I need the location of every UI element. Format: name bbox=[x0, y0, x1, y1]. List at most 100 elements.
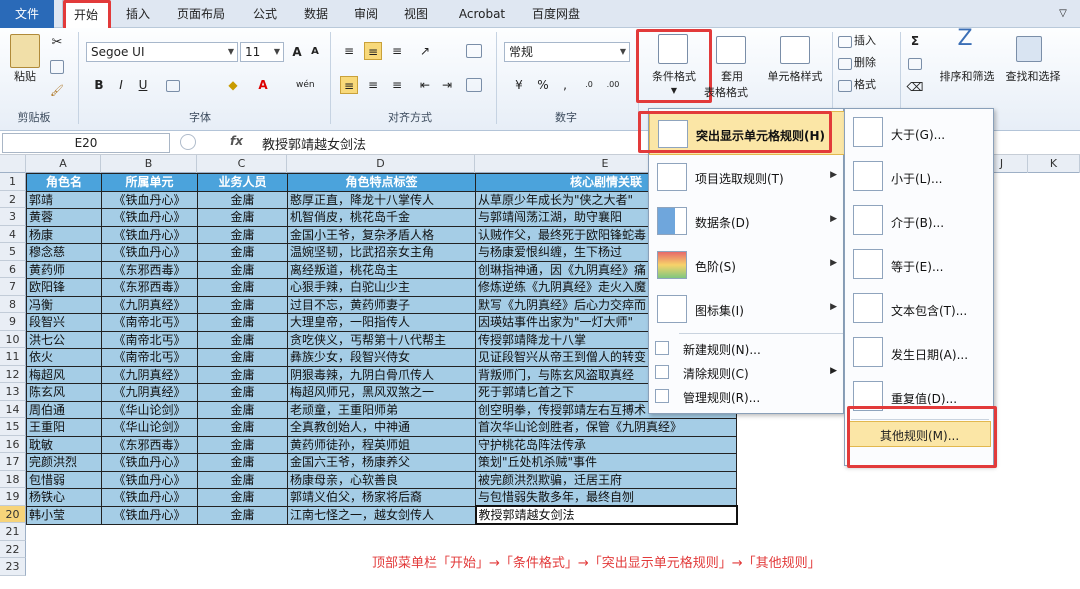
table-cell[interactable]: 《铁血丹心》 bbox=[101, 488, 198, 507]
merge-center-icon[interactable] bbox=[466, 78, 482, 92]
cut-icon[interactable]: ✂ bbox=[48, 36, 66, 50]
row-header[interactable]: 12 bbox=[0, 365, 26, 383]
row-header[interactable]: 15 bbox=[0, 418, 26, 436]
table-cell[interactable]: 金庸 bbox=[197, 348, 288, 367]
menu-item-data-bars[interactable]: 数据条(D) ▶ bbox=[649, 199, 845, 243]
format-as-table-icon[interactable] bbox=[716, 36, 746, 64]
name-box-dropdown-icon[interactable] bbox=[180, 134, 196, 150]
table-cell[interactable]: 杨康母亲，心软善良 bbox=[287, 470, 476, 489]
menu-item-color-scales[interactable]: 色阶(S) ▶ bbox=[649, 243, 845, 287]
italic-button[interactable]: I bbox=[112, 76, 130, 94]
table-cell[interactable]: 周伯通 bbox=[26, 400, 102, 419]
row-header[interactable]: 7 bbox=[0, 278, 26, 296]
table-cell[interactable]: 金庸 bbox=[197, 383, 288, 402]
borders-icon[interactable] bbox=[166, 80, 180, 92]
sort-filter-icon[interactable]: Z bbox=[948, 28, 982, 50]
grow-font-icon[interactable]: A bbox=[288, 43, 306, 61]
table-cell[interactable]: 《东邪西毒》 bbox=[101, 435, 198, 454]
column-header[interactable]: C bbox=[197, 155, 287, 173]
table-cell[interactable]: 金庸 bbox=[197, 260, 288, 279]
table-cell[interactable]: 金庸 bbox=[197, 313, 288, 332]
table-cell[interactable]: 《南帝北丐》 bbox=[101, 313, 198, 332]
table-cell[interactable]: 黄药师徒孙，程英师姐 bbox=[287, 435, 476, 454]
table-cell[interactable]: 阴狠毒辣，九阴白骨爪传人 bbox=[287, 365, 476, 384]
fill-color-icon[interactable]: ◆ bbox=[224, 76, 242, 94]
align-top-icon[interactable]: ≡ bbox=[340, 42, 358, 60]
table-cell[interactable]: 耽敏 bbox=[26, 435, 102, 454]
menu-item-clear-rules[interactable]: 清除规则(C) ▶ bbox=[649, 361, 845, 385]
formula-input[interactable]: 教授郭靖越女剑法 bbox=[262, 134, 366, 153]
name-box[interactable]: E20 bbox=[2, 133, 170, 153]
fill-icon[interactable] bbox=[908, 58, 922, 70]
table-cell[interactable]: 全真教创始人，中神通 bbox=[287, 418, 476, 437]
table-cell[interactable]: 《九阴真经》 bbox=[101, 383, 198, 402]
format-as-table-label-1[interactable]: 套用 bbox=[712, 70, 752, 84]
table-cell[interactable]: 穆念慈 bbox=[26, 243, 102, 262]
align-left-icon[interactable]: ≡ bbox=[340, 76, 358, 94]
submenu-item-duplicate-values[interactable]: 重复值(D)... bbox=[845, 375, 995, 419]
tab-data[interactable]: 数据 bbox=[296, 0, 336, 28]
table-cell[interactable]: 《九阴真经》 bbox=[101, 295, 198, 314]
row-header[interactable]: 14 bbox=[0, 400, 26, 418]
align-middle-icon[interactable]: ≡ bbox=[364, 42, 382, 60]
row-header[interactable]: 9 bbox=[0, 313, 26, 331]
decrease-decimal-icon[interactable]: .00 bbox=[604, 76, 622, 94]
column-title[interactable]: 所属单元 bbox=[101, 173, 198, 192]
font-size-select[interactable]: 11 ▼ bbox=[240, 42, 284, 62]
find-select-label[interactable]: 查找和选择 bbox=[1000, 70, 1066, 84]
row-header[interactable]: 6 bbox=[0, 260, 26, 278]
table-cell[interactable]: 彝族少女，段智兴侍女 bbox=[287, 348, 476, 367]
underline-button[interactable]: U bbox=[134, 76, 152, 94]
table-cell[interactable]: 郭靖义伯父，杨家将后裔 bbox=[287, 488, 476, 507]
table-cell[interactable]: 金庸 bbox=[197, 470, 288, 489]
submenu-item-between[interactable]: 介于(B)... bbox=[845, 199, 995, 243]
row-header[interactable]: 11 bbox=[0, 348, 26, 366]
table-cell[interactable]: 贪吃侠义，丐帮第十八代帮主 bbox=[287, 330, 476, 349]
table-cell[interactable]: 《铁血丹心》 bbox=[101, 243, 198, 262]
row-header[interactable]: 8 bbox=[0, 295, 26, 313]
table-cell[interactable]: 《南帝北丐》 bbox=[101, 330, 198, 349]
menu-item-top-bottom-rules[interactable]: 项目选取规则(T) ▶ bbox=[649, 155, 845, 199]
select-all-corner[interactable] bbox=[0, 155, 26, 173]
shrink-font-icon[interactable]: A bbox=[306, 43, 324, 61]
table-cell[interactable]: 梅超风 bbox=[26, 365, 102, 384]
row-header[interactable]: 17 bbox=[0, 453, 26, 471]
insert-cells-label[interactable]: 插入 bbox=[854, 34, 888, 48]
number-format-select[interactable]: 常规 ▼ bbox=[504, 42, 630, 62]
column-header[interactable]: K bbox=[1028, 155, 1080, 173]
table-cell[interactable]: 《铁血丹心》 bbox=[101, 470, 198, 489]
wrap-text-icon[interactable] bbox=[466, 44, 482, 58]
table-cell[interactable]: 金庸 bbox=[197, 225, 288, 244]
row-header[interactable]: 4 bbox=[0, 225, 26, 243]
tab-acrobat[interactable]: Acrobat bbox=[452, 0, 512, 28]
tab-formulas[interactable]: 公式 bbox=[244, 0, 286, 28]
table-cell[interactable]: 梅超风师兄，黑风双煞之一 bbox=[287, 383, 476, 402]
submenu-item-less-than[interactable]: 小于(L)... bbox=[845, 155, 995, 199]
percent-icon[interactable]: % bbox=[534, 76, 552, 94]
conditional-formatting-button[interactable]: 条件格式 ▼ bbox=[644, 30, 704, 102]
table-cell[interactable]: 《铁血丹心》 bbox=[101, 225, 198, 244]
table-cell[interactable]: 《东邪西毒》 bbox=[101, 260, 198, 279]
paste-icon[interactable] bbox=[10, 34, 40, 68]
table-cell[interactable]: 金庸 bbox=[197, 400, 288, 419]
row-header[interactable]: 19 bbox=[0, 488, 26, 506]
table-cell[interactable]: 金庸 bbox=[197, 190, 288, 209]
menu-item-manage-rules[interactable]: 管理规则(R)... bbox=[649, 385, 845, 409]
table-cell[interactable]: 守护桃花岛阵法传承 bbox=[475, 435, 737, 454]
table-cell[interactable]: 金庸 bbox=[197, 295, 288, 314]
table-cell[interactable]: 《铁血丹心》 bbox=[101, 505, 198, 525]
cell-styles-icon[interactable] bbox=[780, 36, 810, 64]
table-cell[interactable]: 完颜洪烈 bbox=[26, 453, 102, 472]
table-cell[interactable]: 黄药师 bbox=[26, 260, 102, 279]
table-cell[interactable]: 《华山论剑》 bbox=[101, 400, 198, 419]
table-cell[interactable]: 《铁血丹心》 bbox=[101, 453, 198, 472]
tab-page-layout[interactable]: 页面布局 bbox=[168, 0, 234, 28]
table-cell[interactable]: 王重阳 bbox=[26, 418, 102, 437]
table-cell[interactable]: 心狠手辣，白驼山少主 bbox=[287, 278, 476, 297]
table-cell[interactable]: 《九阴真经》 bbox=[101, 365, 198, 384]
format-cells-label[interactable]: 格式 bbox=[854, 78, 888, 92]
column-header[interactable]: B bbox=[101, 155, 197, 173]
sort-filter-label[interactable]: 排序和筛选 bbox=[934, 70, 1000, 84]
table-cell[interactable]: 策划"丘处机杀贼"事件 bbox=[475, 453, 737, 472]
row-header[interactable]: 16 bbox=[0, 435, 26, 453]
